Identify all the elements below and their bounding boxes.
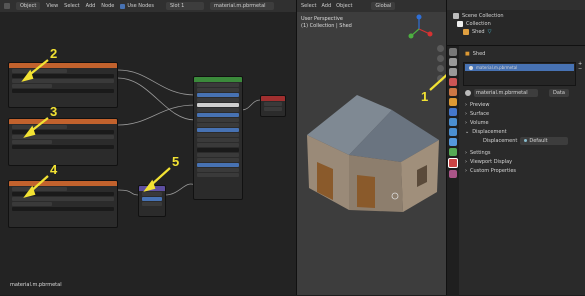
menu-add[interactable]: Add [321,3,331,9]
modifier-icon: ▽ [487,29,492,35]
section-label: Custom Properties [470,167,517,174]
object-name: Shed [472,50,486,57]
properties-tabs [447,46,459,296]
annotation-label-3: 3 [50,104,58,119]
data-dropdown[interactable]: Data [549,88,569,97]
gizmo-x [427,31,433,37]
world-tab-icon[interactable] [449,88,457,96]
material-slot-list[interactable]: material.m.pbrmetal [463,62,576,86]
section-preview[interactable]: › Preview [459,100,585,109]
outliner-item-scene-collection[interactable]: Scene Collection [447,12,585,20]
chevron-right-icon: › [465,149,467,156]
section-label: Settings [470,149,491,156]
displacement-value-text: Default [529,137,548,144]
shed-model[interactable] [297,90,447,230]
displacement-row: Displacement Default [477,136,585,145]
menu-select[interactable]: Select [301,3,316,9]
transform-orientation[interactable]: Global [371,2,396,10]
outliner-label: Scene Collection [462,13,504,19]
constraints-tab-icon[interactable] [449,138,457,146]
mesh-icon [463,29,469,35]
material-sphere-icon [469,65,473,70]
section-settings[interactable]: › Settings [459,148,585,157]
section-custom-properties[interactable]: › Custom Properties [459,166,585,175]
viewport[interactable]: Select Add Object Global User Perspectiv… [296,0,447,295]
arrow-head [23,125,36,138]
material-browse-icon[interactable] [465,89,471,96]
displacement-value[interactable]: Default [520,136,569,145]
displacement-label: Displacement [483,137,518,144]
tool-tab-icon[interactable] [449,48,457,56]
physics-tab-icon[interactable] [449,128,457,136]
scene-collection-icon [453,13,459,19]
zoom-icon[interactable] [437,45,444,52]
menu-object[interactable]: Object [336,3,352,9]
section-volume[interactable]: › Volume [459,118,585,127]
arrow-head [143,179,156,192]
material-slot-item[interactable]: material.m.pbrmetal [465,64,574,71]
section-viewport-display[interactable]: › Viewport Display [459,157,585,166]
chevron-right-icon: › [465,101,467,108]
object-name-row: ■ Shed [459,49,585,58]
collection-icon [457,21,463,27]
gizmo-y [408,33,414,39]
outliner: Scene Collection Collection Shed ▽ [446,0,585,45]
output-tab-icon[interactable] [449,68,457,76]
navigation-gizmo[interactable] [405,14,435,44]
section-label: Preview [470,101,490,108]
remove-slot-icon[interactable]: − [578,67,584,72]
texture-tab-icon[interactable] [449,170,457,178]
viewport-header: Select Add Object Global [297,0,447,12]
object-icon: ■ [465,50,470,57]
object-tab-icon[interactable] [449,98,457,106]
section-label: Viewport Display [470,158,513,165]
outliner-item-shed[interactable]: Shed ▽ [457,28,585,36]
outliner-header [447,0,585,10]
chevron-right-icon: › [465,119,467,126]
properties-editor: ■ Shed material.m.pbrmetal + − material.… [446,45,585,296]
data-tab-icon[interactable] [449,148,457,156]
material-slot-label: material.m.pbrmetal [476,65,518,70]
scene-tab-icon[interactable] [449,78,457,86]
annotation-arrows [21,59,171,198]
chevron-down-icon: ⌄ [465,128,470,135]
modifier-tab-icon[interactable] [449,108,457,116]
annotation-label-4: 4 [50,162,58,177]
outliner-item-collection[interactable]: Collection [451,20,585,28]
section-label: Volume [470,119,489,126]
arrow-head [23,185,36,198]
link-dot-icon [524,138,528,142]
material-name-field[interactable]: material.m.pbrmetal [474,88,538,97]
material-datablock-row: material.m.pbrmetal Data [459,88,585,97]
section-surface[interactable]: › Surface [459,109,585,118]
collection-label: (1) Collection | Shed [301,23,352,29]
chevron-right-icon: › [465,158,467,165]
node-editor: Object View Select Add Node Use Nodes Sl… [0,0,296,295]
section-label: Displacement [472,128,507,135]
chevron-right-icon: › [465,167,467,174]
slot-side-buttons: + − [578,62,584,72]
gizmo-z [416,14,422,20]
node-editor-footer-label: material.m.pbrmetal [10,282,62,288]
annotation-label-1: 1 [421,89,429,104]
particles-tab-icon[interactable] [449,118,457,126]
material-tab-icon[interactable] [448,158,458,168]
annotation-label-2: 2 [50,46,58,61]
outliner-label: Collection [466,21,491,27]
outliner-label: Shed [472,29,485,35]
render-tab-icon[interactable] [449,58,457,66]
arrow-head [21,69,34,82]
annotation-label-5: 5 [172,154,180,169]
section-displacement[interactable]: ⌄ Displacement [459,127,585,136]
chevron-right-icon: › [465,110,467,117]
shed-door-2 [357,175,375,208]
perspective-label: User Perspective [301,16,343,22]
section-label: Surface [470,110,490,117]
